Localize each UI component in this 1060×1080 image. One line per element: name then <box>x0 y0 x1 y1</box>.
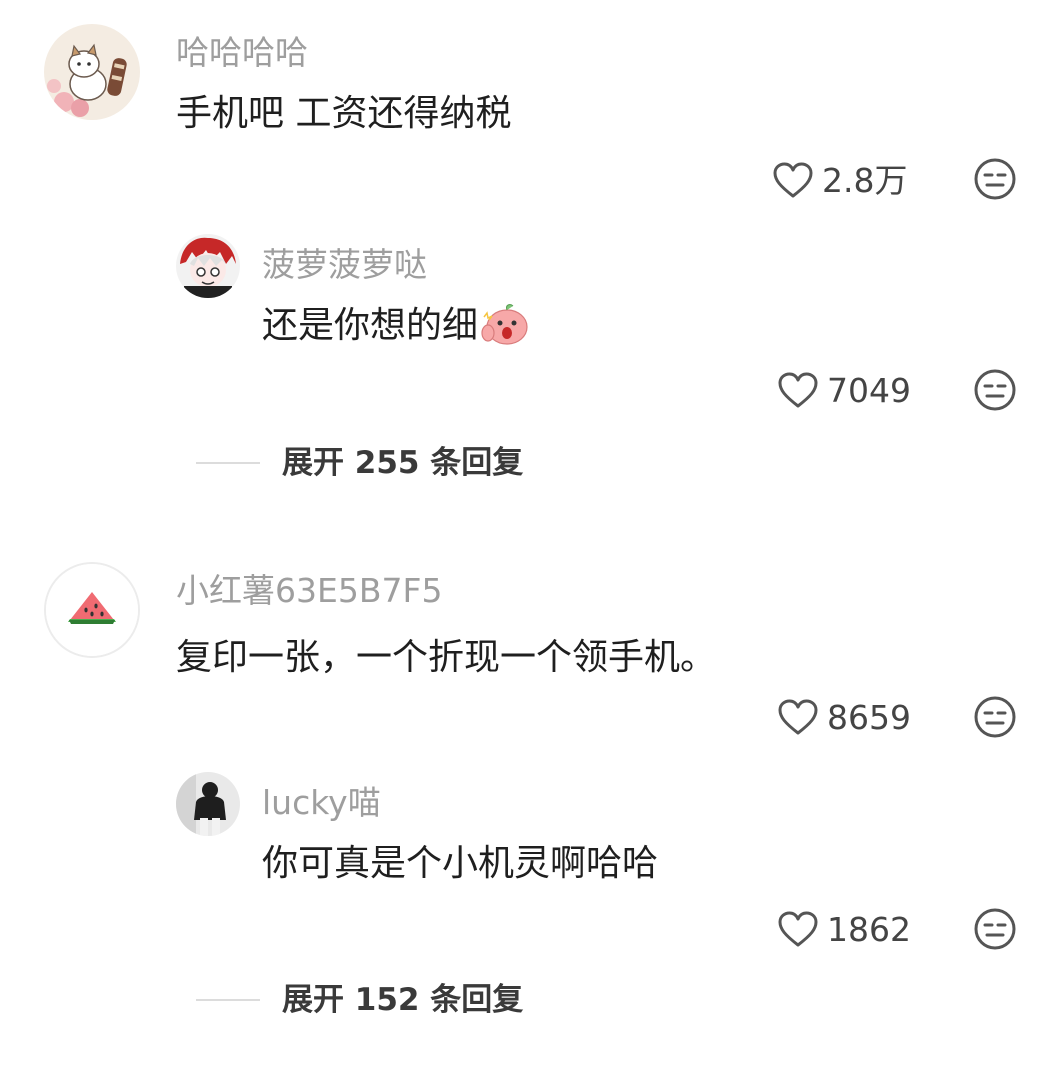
comment-text: 复印一张，一个折现一个领手机。 <box>176 637 717 678</box>
dislike-button[interactable] <box>973 907 1017 951</box>
reply-username[interactable]: lucky喵 <box>262 786 381 819</box>
like-count: 2.8万 <box>822 160 908 200</box>
anime-character-avatar-icon <box>176 234 240 298</box>
expand-replies-button[interactable]: 展开 152 条回复 <box>196 980 523 1020</box>
unamused-face-icon <box>974 908 1016 950</box>
like-button[interactable]: 1862 <box>777 907 911 951</box>
heart-icon <box>778 911 818 947</box>
avatar[interactable] <box>176 234 240 298</box>
reply-username[interactable]: 菠萝菠萝哒 <box>262 248 427 281</box>
unamused-face-icon <box>974 696 1016 738</box>
like-button[interactable]: 7049 <box>777 368 911 412</box>
watermelon-avatar-icon <box>46 564 138 656</box>
pink-shocked-emoji-icon <box>481 304 528 345</box>
comment-text: 手机吧 工资还得纳税 <box>176 93 512 134</box>
cartoon-cat-avatar-icon <box>44 24 140 120</box>
like-count: 8659 <box>827 697 911 737</box>
like-count: 1862 <box>827 909 911 949</box>
comment-username[interactable]: 哈哈哈哈 <box>176 36 308 69</box>
divider-line <box>196 999 260 1001</box>
heart-icon <box>778 699 818 735</box>
like-count: 7049 <box>827 370 911 410</box>
expand-replies-label: 展开 152 条回复 <box>282 981 524 1018</box>
avatar[interactable] <box>44 24 140 120</box>
like-button[interactable]: 8659 <box>777 695 911 739</box>
person-photo-avatar-icon <box>176 772 240 836</box>
reply-text: 你可真是个小机灵啊哈哈 <box>262 843 659 884</box>
like-button[interactable]: 2.8万 <box>772 158 907 202</box>
reply-text: 还是你想的细 <box>262 305 479 346</box>
divider-line <box>196 462 260 464</box>
heart-icon <box>778 372 818 408</box>
expand-replies-button[interactable]: 展开 255 条回复 <box>196 443 523 483</box>
dislike-button[interactable] <box>973 695 1017 739</box>
avatar[interactable] <box>44 562 140 658</box>
comment-username[interactable]: 小红薯63E5B7F5 <box>176 574 442 607</box>
dislike-button[interactable] <box>973 368 1017 412</box>
unamused-face-icon <box>974 369 1016 411</box>
dislike-button[interactable] <box>973 157 1017 201</box>
heart-icon <box>773 162 813 198</box>
expand-replies-label: 展开 255 条回复 <box>282 444 524 481</box>
avatar[interactable] <box>176 772 240 836</box>
unamused-face-icon <box>974 158 1016 200</box>
